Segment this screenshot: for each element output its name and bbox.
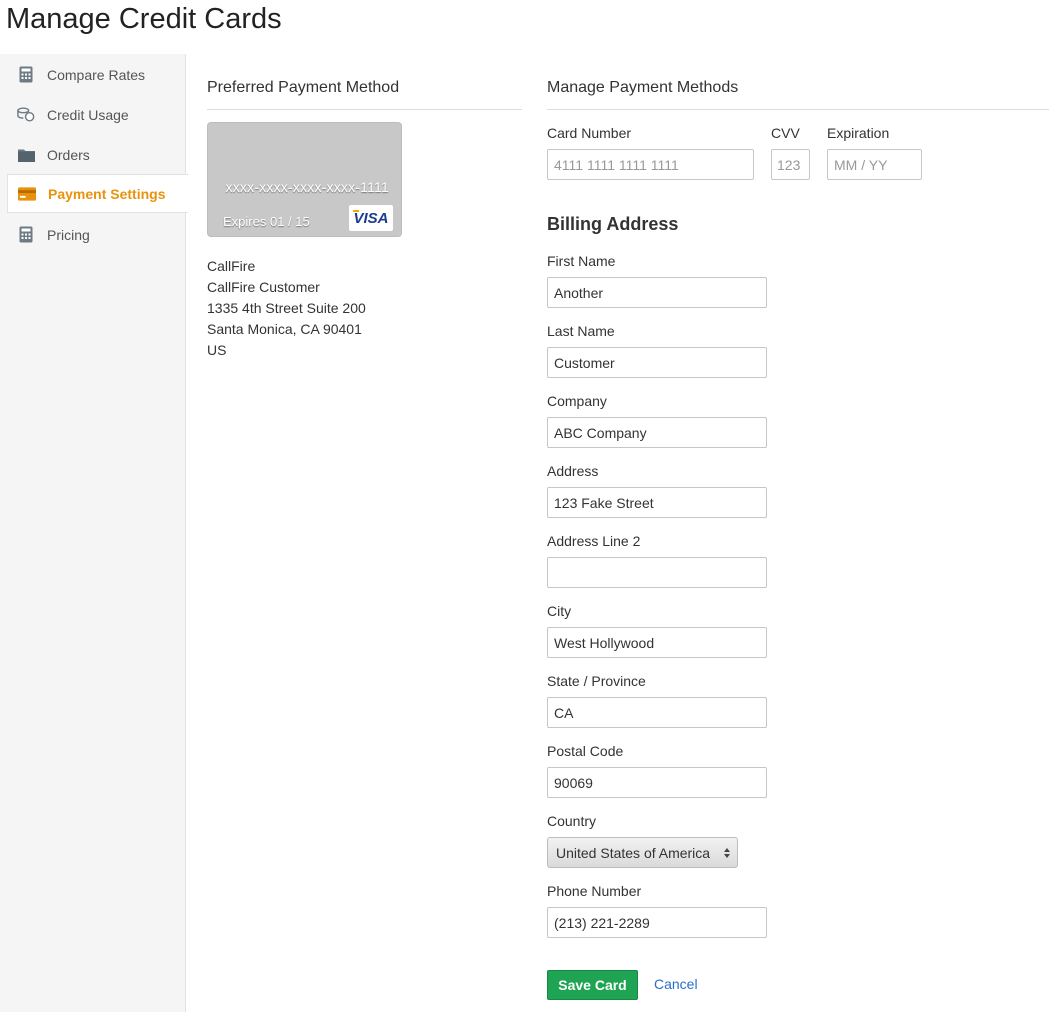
- card-number-label: Card Number: [547, 125, 632, 141]
- last-name-input[interactable]: [547, 347, 767, 378]
- select-arrows-icon: [717, 847, 737, 859]
- sidebar-item-label: Credit Usage: [47, 106, 129, 123]
- city-label: City: [547, 603, 572, 619]
- calculator-icon: [17, 66, 35, 84]
- postal-code-label: Postal Code: [547, 743, 624, 759]
- sidebar-item-label: Payment Settings: [48, 185, 166, 202]
- billing-address-title: Billing Address: [547, 214, 679, 234]
- company-input[interactable]: [547, 417, 767, 448]
- address-line: CallFire: [207, 258, 256, 274]
- save-card-button[interactable]: Save Card: [547, 970, 638, 1000]
- expiration-input[interactable]: [827, 149, 922, 180]
- state-input[interactable]: [547, 697, 767, 728]
- sidebar-item-compare-rates[interactable]: Compare Rates: [7, 55, 187, 94]
- sidebar-item-pricing[interactable]: Pricing: [7, 215, 187, 254]
- calculator-icon: [17, 226, 35, 244]
- cvv-label: CVV: [771, 125, 800, 141]
- card-number-input[interactable]: [547, 149, 754, 180]
- cancel-link[interactable]: Cancel: [654, 976, 698, 992]
- address-input[interactable]: [547, 487, 767, 518]
- coins-icon: [17, 106, 35, 124]
- sidebar-item-label: Compare Rates: [47, 66, 146, 83]
- address-line: Santa Monica, CA 90401: [207, 321, 362, 337]
- address-label: Address: [547, 463, 599, 479]
- page-title: Manage Credit Cards: [6, 3, 282, 35]
- preferred-title: Preferred Payment Method: [207, 79, 522, 110]
- sidebar-item-credit-usage[interactable]: Credit Usage: [7, 95, 187, 134]
- credit-card-preview[interactable]: xxxx-xxxx-xxxx-xxxx-1111 Expires 01 / 15…: [207, 122, 402, 237]
- credit-card-icon: [18, 185, 36, 203]
- address-line-2-label: Address Line 2: [547, 533, 641, 549]
- company-label: Company: [547, 393, 607, 409]
- address-line-2-input[interactable]: [547, 557, 767, 588]
- last-name-label: Last Name: [547, 323, 615, 339]
- sidebar-item-orders[interactable]: Orders: [7, 135, 187, 174]
- visa-logo-icon: VISA: [349, 205, 393, 231]
- address-line: US: [207, 342, 227, 358]
- manage-title: Manage Payment Methods: [547, 79, 1049, 110]
- sidebar-item-label: Orders: [47, 146, 90, 163]
- phone-number-label: Phone Number: [547, 883, 642, 899]
- first-name-input[interactable]: [547, 277, 767, 308]
- expiration-label: Expiration: [827, 125, 890, 141]
- visa-brand-text: VISA: [353, 210, 388, 226]
- sidebar: Compare Rates Credit Usage Orders Paymen…: [0, 54, 188, 1012]
- country-select[interactable]: United States of America: [547, 837, 738, 868]
- state-label: State / Province: [547, 673, 646, 689]
- address-line: 1335 4th Street Suite 200: [207, 300, 366, 316]
- city-input[interactable]: [547, 627, 767, 658]
- first-name-label: First Name: [547, 253, 616, 269]
- country-select-value: United States of America: [556, 844, 711, 861]
- postal-code-input[interactable]: [547, 767, 767, 798]
- cvv-input[interactable]: [771, 149, 810, 180]
- sidebar-item-payment-settings[interactable]: Payment Settings: [7, 174, 188, 213]
- card-expiry: Expires 01 / 15: [223, 214, 310, 229]
- folder-icon: [17, 146, 35, 164]
- address-line: CallFire Customer: [207, 279, 320, 295]
- country-label: Country: [547, 813, 597, 829]
- card-number-masked: xxxx-xxxx-xxxx-xxxx-1111: [225, 179, 389, 195]
- sidebar-item-label: Pricing: [47, 226, 90, 243]
- phone-number-input[interactable]: [547, 907, 767, 938]
